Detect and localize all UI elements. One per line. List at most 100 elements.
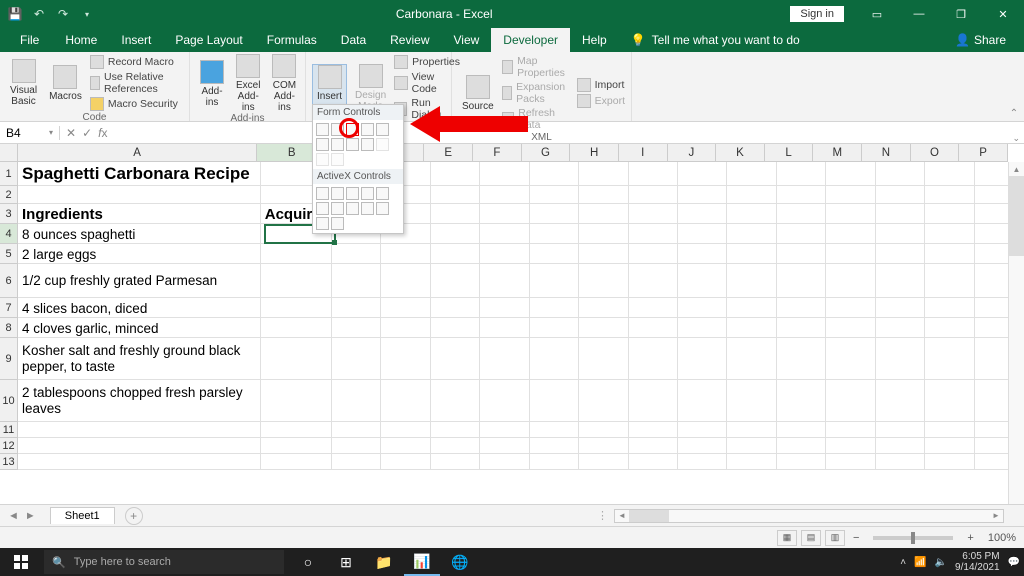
cell-D6[interactable] <box>381 264 430 298</box>
qat-customize-icon[interactable]: ▾ <box>76 3 98 25</box>
chrome-icon[interactable]: 🌐 <box>442 548 478 576</box>
taskbar-search[interactable]: 🔍Type here to search <box>44 550 284 574</box>
cell-M9[interactable] <box>826 338 875 380</box>
col-header-P[interactable]: P <box>959 144 1008 161</box>
pagelayout-view-button[interactable]: ▤ <box>801 530 821 546</box>
scroll-left-icon[interactable]: ◄ <box>615 510 629 522</box>
collapse-ribbon-icon[interactable]: ⌃ <box>1004 52 1024 121</box>
sheet-nav-next-icon[interactable]: ► <box>25 510 36 522</box>
ax-checkbox-icon[interactable] <box>346 187 359 200</box>
cell-F1[interactable] <box>480 162 529 186</box>
cell-L9[interactable] <box>777 338 826 380</box>
cell-E7[interactable] <box>431 298 480 318</box>
cell-A10[interactable]: 2 tablespoons chopped fresh parsley leav… <box>18 380 261 422</box>
cell-H5[interactable] <box>579 244 628 264</box>
cell-J3[interactable] <box>678 204 727 224</box>
cell-H12[interactable] <box>579 438 628 454</box>
cell-I10[interactable] <box>629 380 678 422</box>
hscroll-thumb[interactable] <box>629 510 669 522</box>
normal-view-button[interactable]: ▦ <box>777 530 797 546</box>
cell-I9[interactable] <box>629 338 678 380</box>
scroll-right-icon[interactable]: ► <box>989 510 1003 522</box>
cell-M4[interactable] <box>826 224 875 244</box>
enter-formula-icon[interactable]: ✓ <box>82 126 92 140</box>
select-all-corner[interactable] <box>0 144 18 162</box>
form-spinner-icon[interactable] <box>361 123 374 136</box>
cell-G12[interactable] <box>530 438 579 454</box>
row-header-7[interactable]: 7 <box>0 298 17 318</box>
cell-N11[interactable] <box>876 422 925 438</box>
row-header-8[interactable]: 8 <box>0 318 17 338</box>
cell-N10[interactable] <box>876 380 925 422</box>
view-code-button[interactable]: View Code <box>394 70 460 96</box>
cell-L3[interactable] <box>777 204 826 224</box>
cell-N9[interactable] <box>876 338 925 380</box>
ax-more-icon[interactable] <box>331 217 344 230</box>
cell-J7[interactable] <box>678 298 727 318</box>
cell-K7[interactable] <box>727 298 776 318</box>
cell-M2[interactable] <box>826 186 875 204</box>
col-header-E[interactable]: E <box>424 144 473 161</box>
cell-N1[interactable] <box>876 162 925 186</box>
addins-button[interactable]: Add- ins <box>196 60 228 108</box>
cell-F12[interactable] <box>480 438 529 454</box>
tab-pagelayout[interactable]: Page Layout <box>163 28 254 52</box>
cell-N12[interactable] <box>876 438 925 454</box>
tab-insert[interactable]: Insert <box>109 28 163 52</box>
horizontal-scrollbar[interactable]: ◄ ► <box>614 509 1004 523</box>
cell-D9[interactable] <box>381 338 430 380</box>
cell-F8[interactable] <box>480 318 529 338</box>
cell-G4[interactable] <box>530 224 579 244</box>
row-header-2[interactable]: 2 <box>0 186 17 204</box>
cell-I5[interactable] <box>629 244 678 264</box>
cell-D7[interactable] <box>381 298 430 318</box>
cell-L4[interactable] <box>777 224 826 244</box>
cell-E3[interactable] <box>431 204 480 224</box>
row-header-5[interactable]: 5 <box>0 244 17 264</box>
cell-O6[interactable] <box>925 264 974 298</box>
cell-B6[interactable] <box>261 264 332 298</box>
cell-A6[interactable]: 1/2 cup freshly grated Parmesan <box>18 264 261 298</box>
col-header-A[interactable]: A <box>18 144 257 161</box>
row-header-12[interactable]: 12 <box>0 438 17 454</box>
cell-J9[interactable] <box>678 338 727 380</box>
taskview-icon[interactable]: ⊞ <box>328 548 364 576</box>
cell-C12[interactable] <box>332 438 381 454</box>
tray-up-icon[interactable]: ˄ <box>900 557 906 568</box>
tab-help[interactable]: Help <box>570 28 619 52</box>
row-header-6[interactable]: 6 <box>0 264 17 298</box>
cell-B8[interactable] <box>261 318 332 338</box>
form-scrollbar-icon[interactable] <box>361 138 374 151</box>
cell-K12[interactable] <box>727 438 776 454</box>
tab-view[interactable]: View <box>442 28 492 52</box>
ax-commandbutton-icon[interactable] <box>316 187 329 200</box>
cell-J8[interactable] <box>678 318 727 338</box>
cell-C8[interactable] <box>332 318 381 338</box>
cell-F5[interactable] <box>480 244 529 264</box>
cell-J1[interactable] <box>678 162 727 186</box>
cell-F9[interactable] <box>480 338 529 380</box>
cell-G8[interactable] <box>530 318 579 338</box>
col-header-H[interactable]: H <box>570 144 619 161</box>
cell-D10[interactable] <box>381 380 430 422</box>
cell-N8[interactable] <box>876 318 925 338</box>
cell-G10[interactable] <box>530 380 579 422</box>
add-sheet-button[interactable]: + <box>125 507 143 525</box>
cell-A3[interactable]: Ingredients <box>18 204 261 224</box>
tab-data[interactable]: Data <box>329 28 378 52</box>
col-header-J[interactable]: J <box>668 144 717 161</box>
macro-security-button[interactable]: Macro Security <box>90 96 183 112</box>
cell-K3[interactable] <box>727 204 776 224</box>
row-header-3[interactable]: 3 <box>0 204 17 224</box>
notifications-icon[interactable]: 💬 <box>1008 557 1020 568</box>
form-combo-dd-icon[interactable] <box>331 153 344 166</box>
cell-L7[interactable] <box>777 298 826 318</box>
cell-N3[interactable] <box>876 204 925 224</box>
cell-K13[interactable] <box>727 454 776 470</box>
cell-K11[interactable] <box>727 422 776 438</box>
ax-listbox-icon[interactable] <box>361 187 374 200</box>
cell-C13[interactable] <box>332 454 381 470</box>
cell-L11[interactable] <box>777 422 826 438</box>
cell-A4[interactable]: 8 ounces spaghetti <box>18 224 261 244</box>
cell-J4[interactable] <box>678 224 727 244</box>
